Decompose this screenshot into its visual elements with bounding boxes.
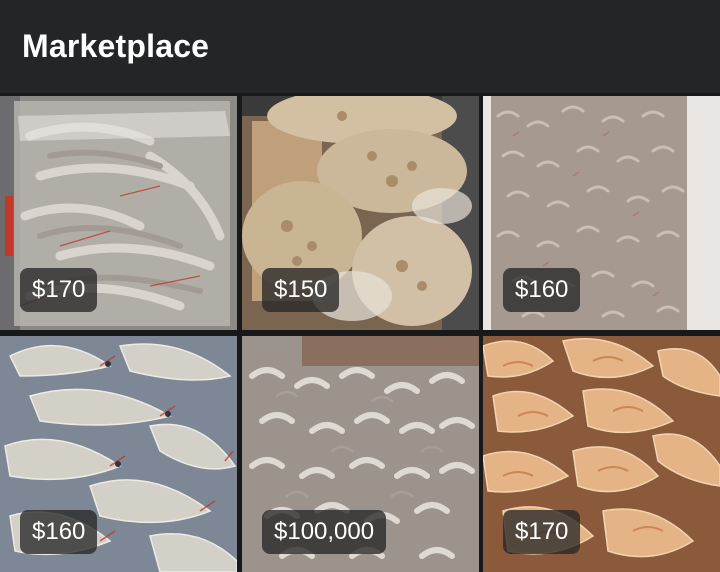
- listing-card[interactable]: $160: [0, 336, 237, 572]
- listing-card[interactable]: $170: [0, 96, 237, 330]
- page-title: Marketplace: [22, 28, 210, 64]
- listing-card[interactable]: $160: [483, 96, 720, 330]
- listing-price: $160: [503, 268, 581, 312]
- listing-price: $100,000: [262, 510, 387, 554]
- listing-price: $150: [262, 268, 340, 312]
- listing-card[interactable]: $100,000: [242, 336, 479, 572]
- listing-card[interactable]: $150: [242, 96, 479, 330]
- listing-grid: $170 $150 $160 $160 $100,000 $170: [0, 93, 720, 572]
- marketplace-header: Marketplace: [0, 0, 720, 93]
- listing-price: $170: [503, 510, 581, 554]
- listing-card[interactable]: $170: [483, 336, 720, 572]
- listing-price: $160: [20, 510, 98, 554]
- listing-price: $170: [20, 268, 98, 312]
